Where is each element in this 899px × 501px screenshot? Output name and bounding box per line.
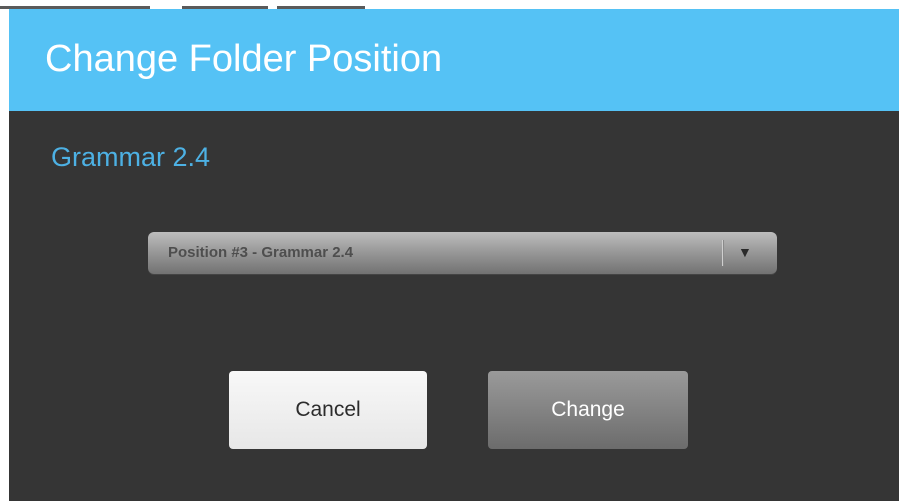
change-button[interactable]: Change (488, 371, 688, 449)
window-top-strip (0, 0, 899, 9)
cancel-button[interactable]: Cancel (229, 371, 427, 449)
select-divider (722, 240, 723, 266)
position-select-value: Position #3 - Grammar 2.4 (168, 244, 354, 261)
folder-name: Grammar 2.4 (51, 142, 211, 172)
change-folder-position-dialog: Change Folder Position Grammar 2.4 Posit… (9, 9, 899, 501)
dialog-header: Change Folder Position (9, 9, 899, 111)
dialog-title: Change Folder Position (45, 38, 443, 80)
chevron-down-icon[interactable]: ▼ (738, 245, 752, 259)
position-select[interactable]: Position #3 - Grammar 2.4 ▼ (148, 232, 777, 274)
